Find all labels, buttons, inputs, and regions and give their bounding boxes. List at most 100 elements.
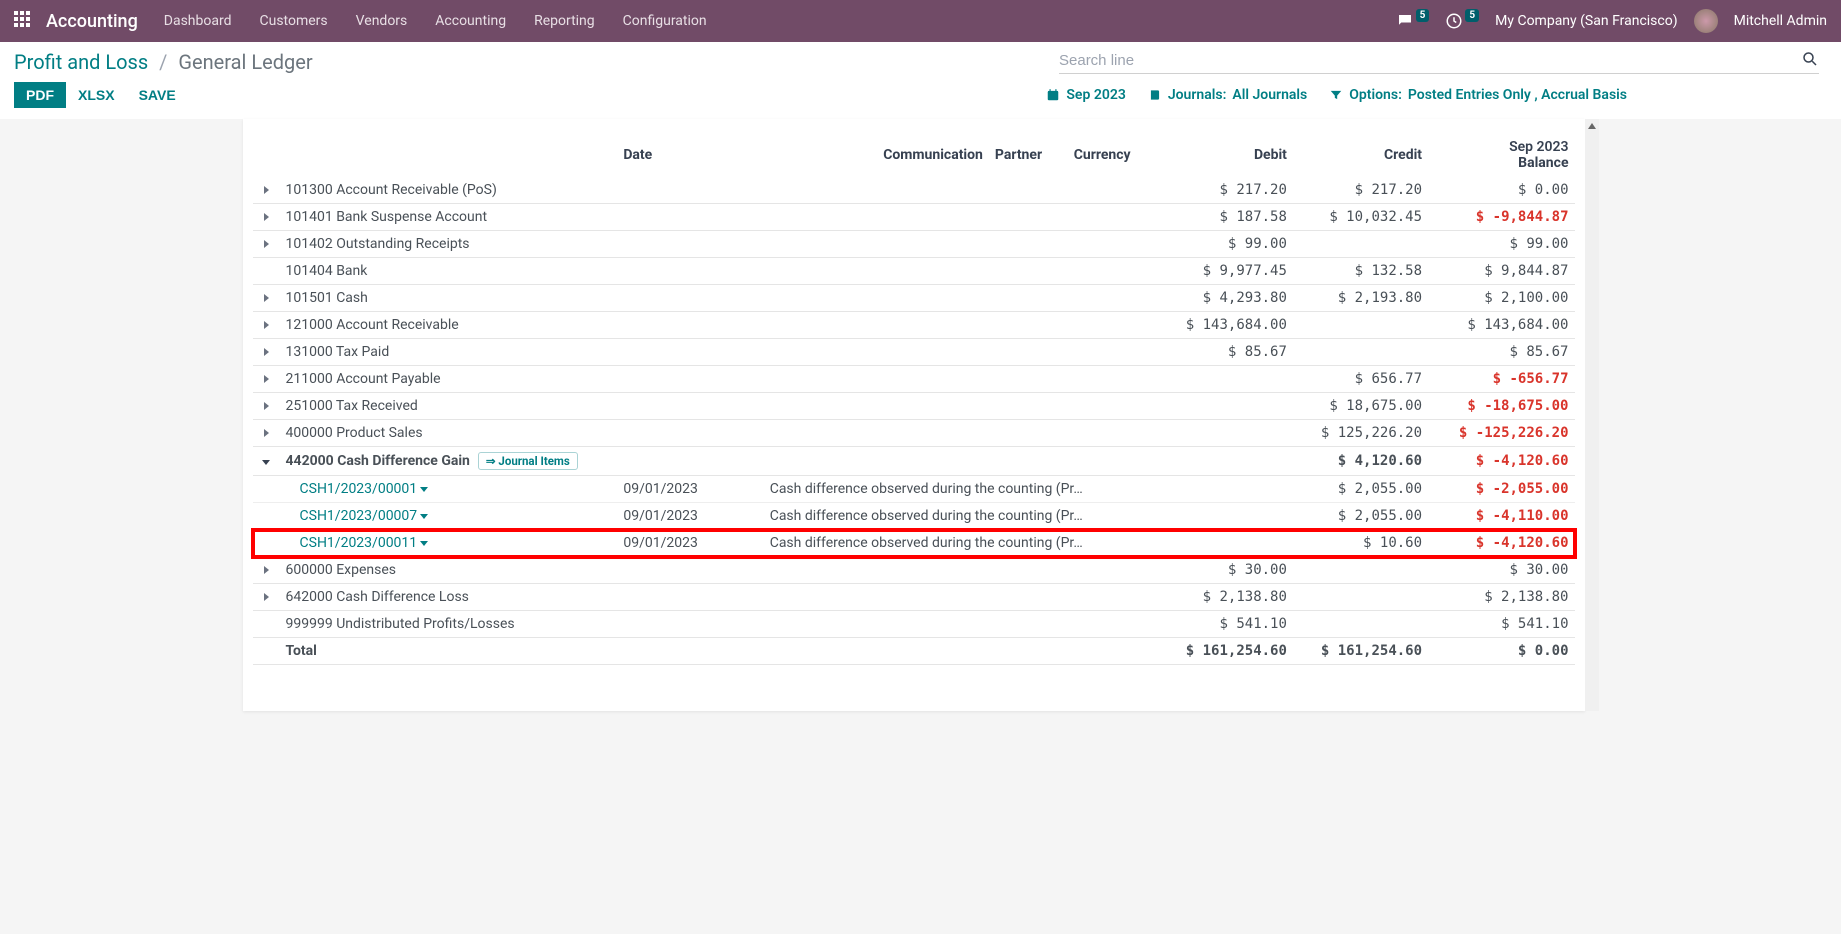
search-button[interactable] [1801, 50, 1819, 71]
credit-value: $ 2,193.80 [1293, 285, 1428, 312]
balance-value: $ 99.00 [1428, 231, 1574, 258]
nav-accounting[interactable]: Accounting [435, 13, 506, 29]
xlsx-button[interactable]: XLSX [66, 82, 127, 108]
table-row[interactable]: 101402 Outstanding Receipts$ 99.00$ 99.0… [253, 231, 1575, 258]
table-row[interactable]: 131000 Tax Paid$ 85.67$ 85.67 [253, 339, 1575, 366]
filter-options-value: Posted Entries Only , Accrual Basis [1408, 87, 1627, 103]
col-balance: Balance [1518, 155, 1568, 171]
table-row[interactable]: 211000 Account Payable$ 656.77$ -656.77 [253, 366, 1575, 393]
total-credit: $ 161,254.60 [1293, 638, 1428, 665]
expand-toggle [253, 611, 280, 638]
apps-icon[interactable] [14, 11, 34, 31]
nav-customers[interactable]: Customers [260, 13, 328, 29]
balance-value: $ -9,844.87 [1428, 204, 1574, 231]
expand-toggle[interactable] [253, 393, 280, 420]
expand-toggle[interactable] [253, 557, 280, 584]
filter-date-value: Sep 2023 [1066, 87, 1125, 103]
caret-right-icon [264, 240, 269, 248]
table-row-expanded[interactable]: 442000 Cash Difference Gain⇒ Journal Ite… [253, 447, 1575, 476]
balance-value: $ 2,138.80 [1428, 584, 1574, 611]
entry-communication: Cash difference observed during the coun… [764, 476, 1158, 503]
table-row[interactable]: 251000 Tax Received$ 18,675.00$ -18,675.… [253, 393, 1575, 420]
table-row[interactable]: 121000 Account Receivable$ 143,684.00$ 1… [253, 312, 1575, 339]
debit-value [1158, 476, 1293, 503]
table-row[interactable]: 101404 Bank$ 9,977.45$ 132.58$ 9,844.87 [253, 258, 1575, 285]
debit-value: $ 2,138.80 [1158, 584, 1293, 611]
balance-value: $ -125,226.20 [1428, 420, 1574, 447]
table-row[interactable]: 101300 Account Receivable (PoS)$ 217.20$… [253, 177, 1575, 204]
table-row[interactable]: 642000 Cash Difference Loss$ 2,138.80$ 2… [253, 584, 1575, 611]
caret-down-icon [262, 460, 270, 465]
report-sheet: Date Communication Partner Currency Debi… [243, 119, 1585, 711]
expand-toggle[interactable] [253, 447, 280, 476]
caret-right-icon [264, 321, 269, 329]
table-row[interactable]: 101401 Bank Suspense Account$ 187.58$ 10… [253, 204, 1575, 231]
table-row[interactable]: 600000 Expenses$ 30.00$ 30.00 [253, 557, 1575, 584]
expand-toggle[interactable] [253, 177, 280, 204]
save-button[interactable]: SAVE [127, 82, 188, 108]
expand-toggle[interactable] [253, 339, 280, 366]
credit-value: $ 656.77 [1293, 366, 1428, 393]
col-credit: Credit [1293, 135, 1428, 177]
account-name: 400000 Product Sales [280, 420, 1158, 447]
expand-toggle[interactable] [253, 312, 280, 339]
balance-value: $ -4,120.60 [1428, 530, 1574, 557]
user-name[interactable]: Mitchell Admin [1734, 13, 1827, 29]
table-row[interactable]: 400000 Product Sales$ 125,226.20$ -125,2… [253, 420, 1575, 447]
credit-value [1293, 584, 1428, 611]
caret-down-icon [420, 487, 428, 492]
entry-link[interactable]: CSH1/2023/00001 [280, 481, 429, 497]
table-row[interactable]: 101501 Cash$ 4,293.80$ 2,193.80$ 2,100.0… [253, 285, 1575, 312]
nav-dashboard[interactable]: Dashboard [164, 13, 232, 29]
search-input[interactable] [1059, 52, 1801, 69]
expand-toggle[interactable] [253, 204, 280, 231]
nav-vendors[interactable]: Vendors [356, 13, 408, 29]
caret-right-icon [264, 348, 269, 356]
journal-entry-row[interactable]: CSH1/2023/0000109/01/2023Cash difference… [253, 476, 1575, 503]
funnel-icon [1329, 88, 1343, 102]
col-date: Date [617, 135, 763, 177]
credit-value: $ 18,675.00 [1293, 393, 1428, 420]
messages-button[interactable]: 5 [1396, 12, 1430, 30]
table-row[interactable]: 999999 Undistributed Profits/Losses$ 541… [253, 611, 1575, 638]
app-title: Accounting [46, 11, 138, 32]
journal-entry-row[interactable]: CSH1/2023/0001109/01/2023Cash difference… [253, 530, 1575, 557]
caret-right-icon [264, 593, 269, 601]
pdf-button[interactable]: PDF [14, 82, 66, 108]
company-switcher[interactable]: My Company (San Francisco) [1495, 13, 1677, 29]
expand-toggle[interactable] [253, 420, 280, 447]
nav-reporting[interactable]: Reporting [534, 13, 595, 29]
total-debit: $ 161,254.60 [1158, 638, 1293, 665]
filter-options[interactable]: Options: Posted Entries Only , Accrual B… [1329, 87, 1627, 103]
total-row: Total$ 161,254.60$ 161,254.60$ 0.00 [253, 638, 1575, 665]
account-name: 101404 Bank [280, 258, 1158, 285]
activity-button[interactable]: 5 [1445, 12, 1479, 30]
breadcrumb-root[interactable]: Profit and Loss [14, 50, 148, 74]
credit-value [1293, 557, 1428, 584]
account-name: 101402 Outstanding Receipts [280, 231, 1158, 258]
col-communication: Communication [764, 135, 989, 177]
avatar[interactable] [1694, 9, 1718, 33]
journal-items-link[interactable]: ⇒ Journal Items [478, 452, 578, 470]
caret-right-icon [264, 375, 269, 383]
expand-toggle[interactable] [253, 366, 280, 393]
debit-value: $ 541.10 [1158, 611, 1293, 638]
filter-date[interactable]: Sep 2023 [1046, 87, 1125, 103]
breadcrumb: Profit and Loss / General Ledger [14, 50, 313, 74]
caret-right-icon [264, 186, 269, 194]
messages-count: 5 [1416, 9, 1430, 22]
expand-toggle[interactable] [253, 584, 280, 611]
expand-toggle[interactable] [253, 231, 280, 258]
filter-journals[interactable]: Journals: All Journals [1148, 87, 1307, 103]
journal-entry-row[interactable]: CSH1/2023/0000709/01/2023Cash difference… [253, 503, 1575, 530]
entry-link[interactable]: CSH1/2023/00011 [280, 535, 429, 551]
entry-link[interactable]: CSH1/2023/00007 [280, 508, 429, 524]
vertical-scrollbar[interactable] [1585, 119, 1599, 711]
activity-count: 5 [1465, 9, 1479, 22]
breadcrumb-current: General Ledger [178, 50, 312, 74]
nav-configuration[interactable]: Configuration [623, 13, 707, 29]
debit-value [1158, 447, 1293, 476]
debit-value: $ 9,977.45 [1158, 258, 1293, 285]
expand-toggle[interactable] [253, 285, 280, 312]
main-nav: Dashboard Customers Vendors Accounting R… [164, 13, 707, 29]
